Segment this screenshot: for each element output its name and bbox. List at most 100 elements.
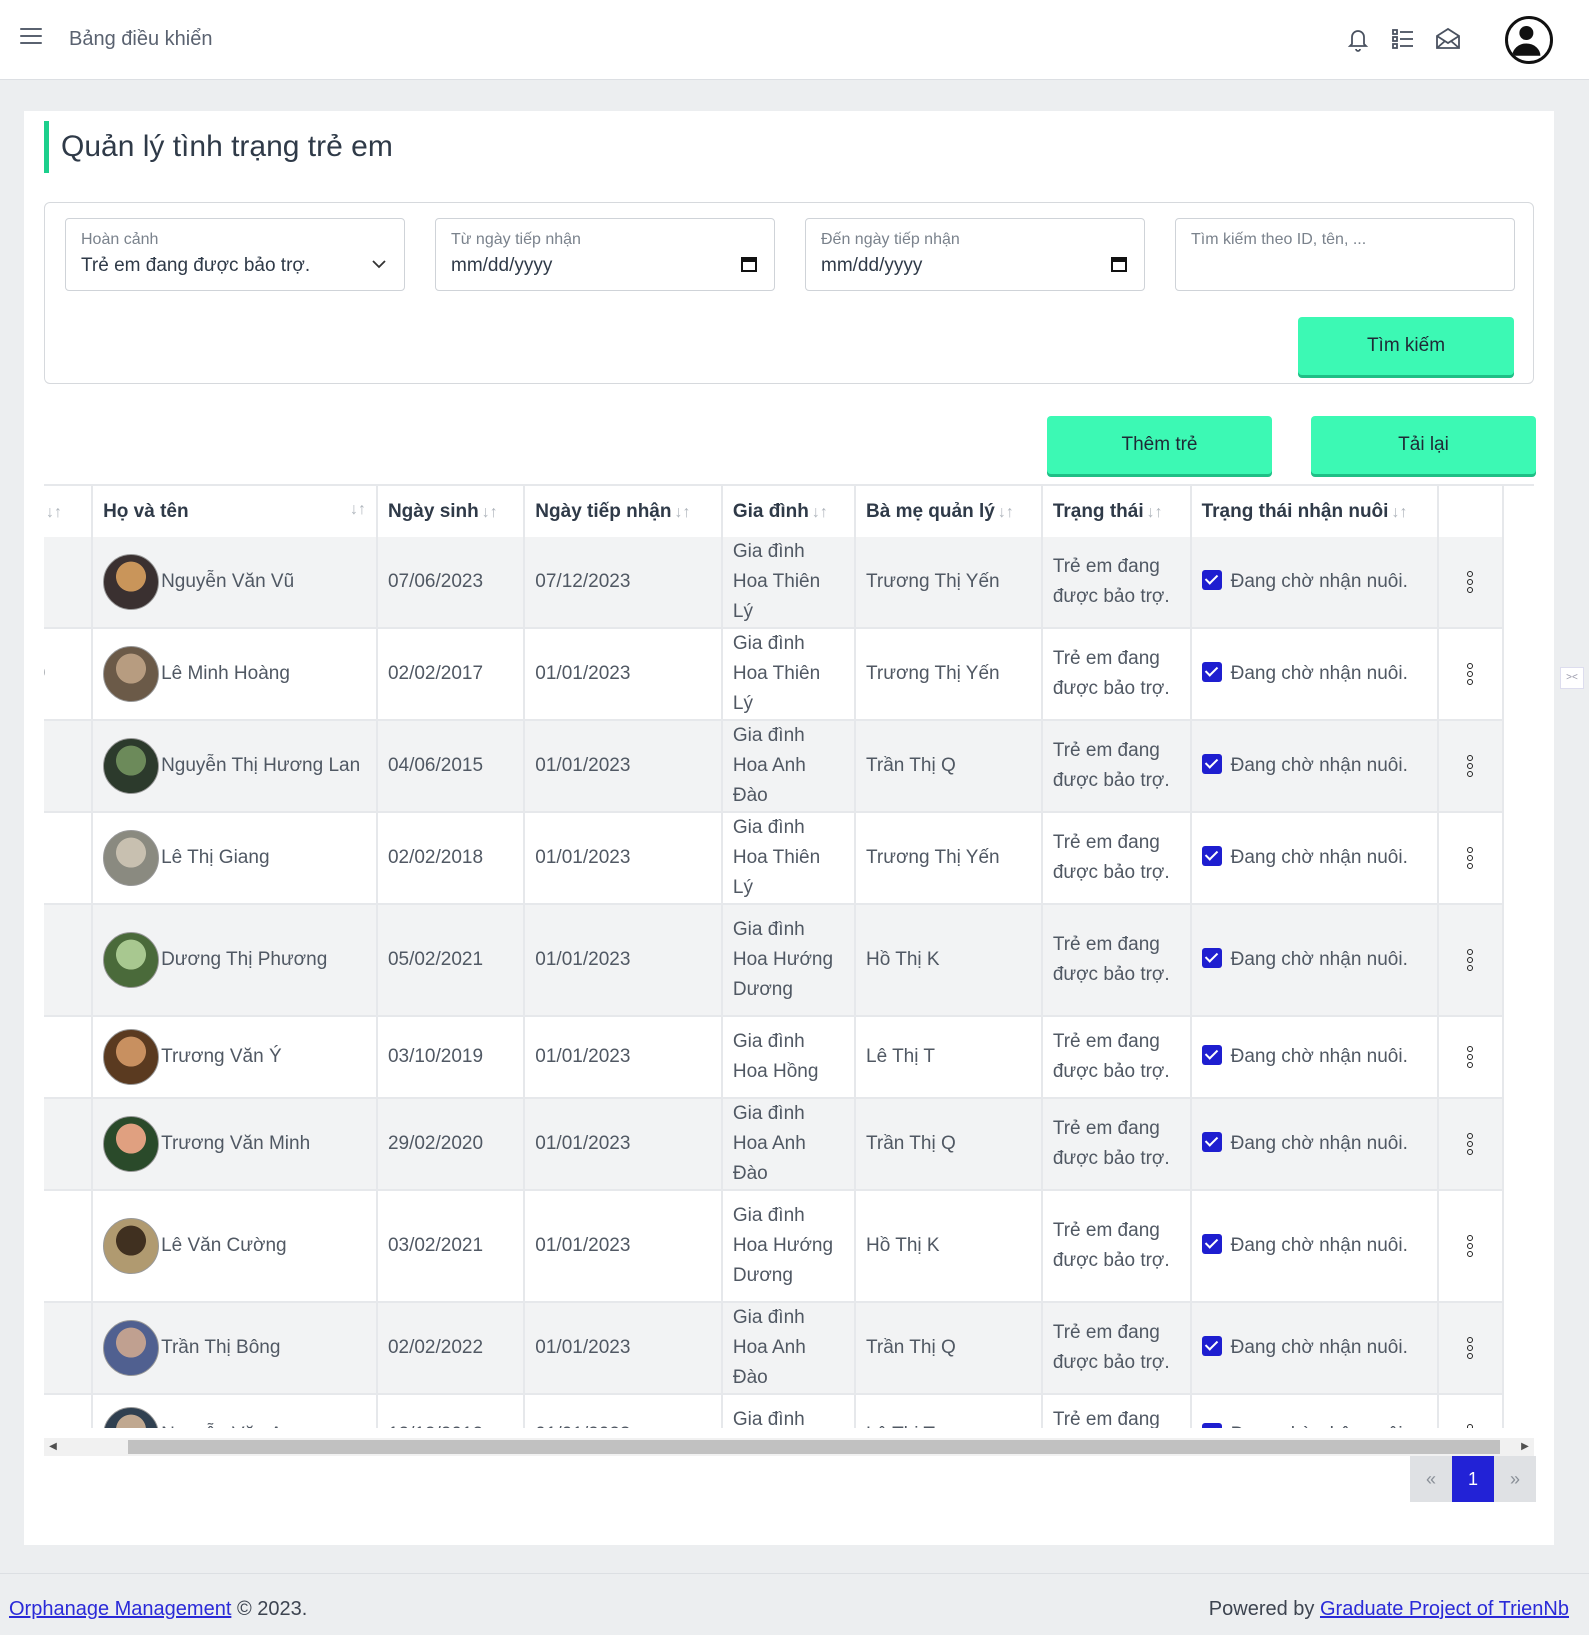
- adoption-checkbox[interactable]: [1201, 947, 1222, 968]
- adoption-checkbox[interactable]: [1201, 1233, 1222, 1254]
- cell-name: Dương Thị Phương: [92, 904, 378, 1017]
- table-row[interactable]: 7 Dương Thị Phương 05/02/202101/01/2023Gia…: [44, 904, 1505, 1017]
- col-header-family[interactable]: Gia đình ↓↑: [721, 486, 857, 537]
- sort-icon[interactable]: ↓↑: [998, 504, 1014, 521]
- sort-icon[interactable]: ↓↑: [1391, 504, 1407, 521]
- cell-mother: Trương Thị Yến: [855, 537, 1043, 629]
- more-options-icon[interactable]: [1455, 657, 1485, 691]
- table-row[interactable]: 2 Nguyễn Văn An 12/12/201201/01/2023Gia đì…: [44, 1394, 1505, 1428]
- col-header-received[interactable]: Ngày tiếp nhận ↓↑: [524, 486, 723, 537]
- col-header-id[interactable]: ID↓↑: [44, 486, 94, 537]
- more-options-icon[interactable]: [1455, 841, 1485, 875]
- calendar-icon[interactable]: [740, 255, 758, 273]
- adoption-status: Đang chờ nhận nuôi.: [1230, 949, 1408, 970]
- from-date-input[interactable]: Từ ngày tiếp nhận mm/dd/yyyy: [435, 218, 775, 291]
- adoption-checkbox[interactable]: [1201, 661, 1222, 682]
- cell-dob: 04/06/2015: [376, 720, 526, 813]
- col-header-mother[interactable]: Bà mẹ quản lý ↓↑: [855, 486, 1043, 537]
- circumstance-select[interactable]: Hoàn cảnh Trẻ em đang được bảo trợ.: [65, 218, 405, 291]
- adoption-checkbox[interactable]: [1201, 569, 1222, 590]
- table-row[interactable]: 8 Lê Thị Giang 02/02/201801/01/2023Gia đìn…: [44, 812, 1505, 905]
- more-options-icon[interactable]: [1455, 1127, 1485, 1161]
- cell-mother: Trần Thị Q: [855, 1302, 1043, 1395]
- adoption-checkbox[interactable]: [1201, 1335, 1222, 1356]
- more-options-icon[interactable]: [1455, 943, 1485, 977]
- table-row[interactable]: 11 Nguyễn Văn Vũ 07/06/202307/12/2023Gia đ…: [44, 537, 1505, 629]
- cell-received: 07/12/2023: [524, 537, 723, 629]
- children-table-container[interactable]: ID↓↑ Họ và tên↓↑ Ngày sinh↓↑ Ngày tiếp n…: [44, 484, 1534, 1428]
- table-row[interactable]: 5 Trương Văn Minh 29/02/202001/01/2023Gia …: [44, 1098, 1505, 1191]
- horizontal-scrollbar[interactable]: ◀ ▶: [44, 1438, 1534, 1456]
- next-page-button[interactable]: »: [1494, 1456, 1536, 1502]
- sort-icon[interactable]: ↓↑: [46, 504, 62, 521]
- child-avatar: [103, 554, 160, 610]
- cell-mother: Lê Thị T: [855, 1394, 1043, 1428]
- adoption-status: Đang chờ nhận nuôi.: [1230, 755, 1408, 776]
- adoption-status: Đang chờ nhận nuôi.: [1230, 847, 1408, 868]
- more-options-icon[interactable]: [1455, 1040, 1485, 1074]
- sort-icon[interactable]: ↓↑: [350, 501, 366, 519]
- cell-name: Nguyễn Văn Vũ: [92, 537, 378, 629]
- app-link[interactable]: Orphanage Management: [9, 1598, 231, 1620]
- sort-icon[interactable]: ↓↑: [482, 504, 498, 521]
- to-date-input[interactable]: Đến ngày tiếp nhận mm/dd/yyyy: [805, 218, 1145, 291]
- sort-icon[interactable]: ↓↑: [674, 504, 690, 521]
- mail-icon[interactable]: [1433, 24, 1463, 54]
- table-row[interactable]: 4 Lê Văn Cường 03/02/202101/01/2023Gia đìn…: [44, 1190, 1505, 1303]
- table-row[interactable]: 10 Lê Minh Hoàng 02/02/201701/01/2023Gia đ…: [44, 628, 1505, 721]
- adoption-checkbox[interactable]: [1201, 753, 1222, 774]
- more-options-icon[interactable]: [1455, 565, 1485, 599]
- from-date-value: mm/dd/yyyy: [451, 255, 553, 276]
- table-row[interactable]: 6 Trương Văn Ý 03/10/201901/01/2023Gia đìn…: [44, 1016, 1505, 1099]
- calendar-icon[interactable]: [1110, 255, 1128, 273]
- cell-actions: [1437, 1016, 1505, 1099]
- cell-family: Gia đình Hoa Hướng Dương: [721, 1190, 857, 1303]
- to-date-label: Đến ngày tiếp nhận: [821, 231, 960, 248]
- bell-icon[interactable]: [1343, 24, 1373, 54]
- child-avatar: [103, 932, 160, 988]
- child-avatar: [103, 1407, 160, 1428]
- search-button[interactable]: Tìm kiếm: [1298, 317, 1514, 375]
- col-header-adoption[interactable]: Trạng thái nhận nuôi ↓↑: [1190, 486, 1439, 537]
- hamburger-menu-icon[interactable]: [20, 28, 42, 50]
- prev-page-button[interactable]: «: [1410, 1456, 1452, 1502]
- cell-received: 01/01/2023: [524, 1016, 723, 1099]
- col-header-mother-label: Bà mẹ quản lý: [866, 500, 995, 522]
- dashboard-title[interactable]: Bảng điều khiển: [69, 28, 212, 51]
- cell-id: 5: [44, 1098, 94, 1191]
- add-child-button[interactable]: Thêm trẻ: [1047, 416, 1272, 474]
- adoption-checkbox[interactable]: [1201, 1422, 1222, 1428]
- adoption-checkbox[interactable]: [1201, 845, 1222, 866]
- list-icon[interactable]: [1388, 24, 1418, 54]
- chevron-down-icon: [372, 260, 386, 269]
- table-row[interactable]: 9 Nguyễn Thị Hương Lan 04/06/201501/01/202…: [44, 720, 1505, 813]
- sort-icon[interactable]: ↓↑: [812, 504, 828, 521]
- user-avatar-icon[interactable]: [1505, 16, 1553, 64]
- table-row[interactable]: 3 Trần Thị Bông 02/02/202201/01/2023Gia đì…: [44, 1302, 1505, 1395]
- search-input[interactable]: Tìm kiếm theo ID, tên, ...: [1175, 218, 1515, 291]
- sort-icon[interactable]: ↓↑: [1147, 504, 1163, 521]
- cell-status: Trẻ em đang được bảo trợ.: [1041, 1302, 1192, 1395]
- scroll-left-icon[interactable]: ◀: [44, 1438, 62, 1456]
- project-link[interactable]: Graduate Project of TrienNb: [1320, 1598, 1569, 1620]
- adoption-checkbox[interactable]: [1201, 1044, 1222, 1065]
- child-avatar: [103, 1029, 160, 1085]
- reload-button[interactable]: Tải lại: [1311, 416, 1536, 474]
- more-options-icon[interactable]: [1455, 749, 1485, 783]
- cell-dob: 12/12/2012: [376, 1394, 526, 1428]
- cell-received: 01/01/2023: [524, 720, 723, 813]
- page-1-button[interactable]: 1: [1452, 1456, 1494, 1502]
- more-options-icon[interactable]: [1455, 1331, 1485, 1365]
- adoption-checkbox[interactable]: [1201, 1131, 1222, 1152]
- more-options-icon[interactable]: [1455, 1229, 1485, 1263]
- cell-id: 8: [44, 812, 94, 905]
- scrollbar-thumb[interactable]: [128, 1440, 1500, 1454]
- scroll-right-icon[interactable]: ▶: [1516, 1438, 1534, 1456]
- child-avatar: [103, 738, 160, 794]
- more-options-icon[interactable]: [1455, 1418, 1485, 1428]
- cell-family: Gia đình Hoa Thiên Lý: [721, 812, 857, 905]
- side-collapse-icon[interactable]: ><: [1560, 667, 1584, 689]
- col-header-dob[interactable]: Ngày sinh ↓↑: [376, 486, 526, 537]
- col-header-name[interactable]: Họ và tên ↓↑: [92, 486, 378, 537]
- col-header-status[interactable]: Trạng thái ↓↑: [1041, 486, 1192, 537]
